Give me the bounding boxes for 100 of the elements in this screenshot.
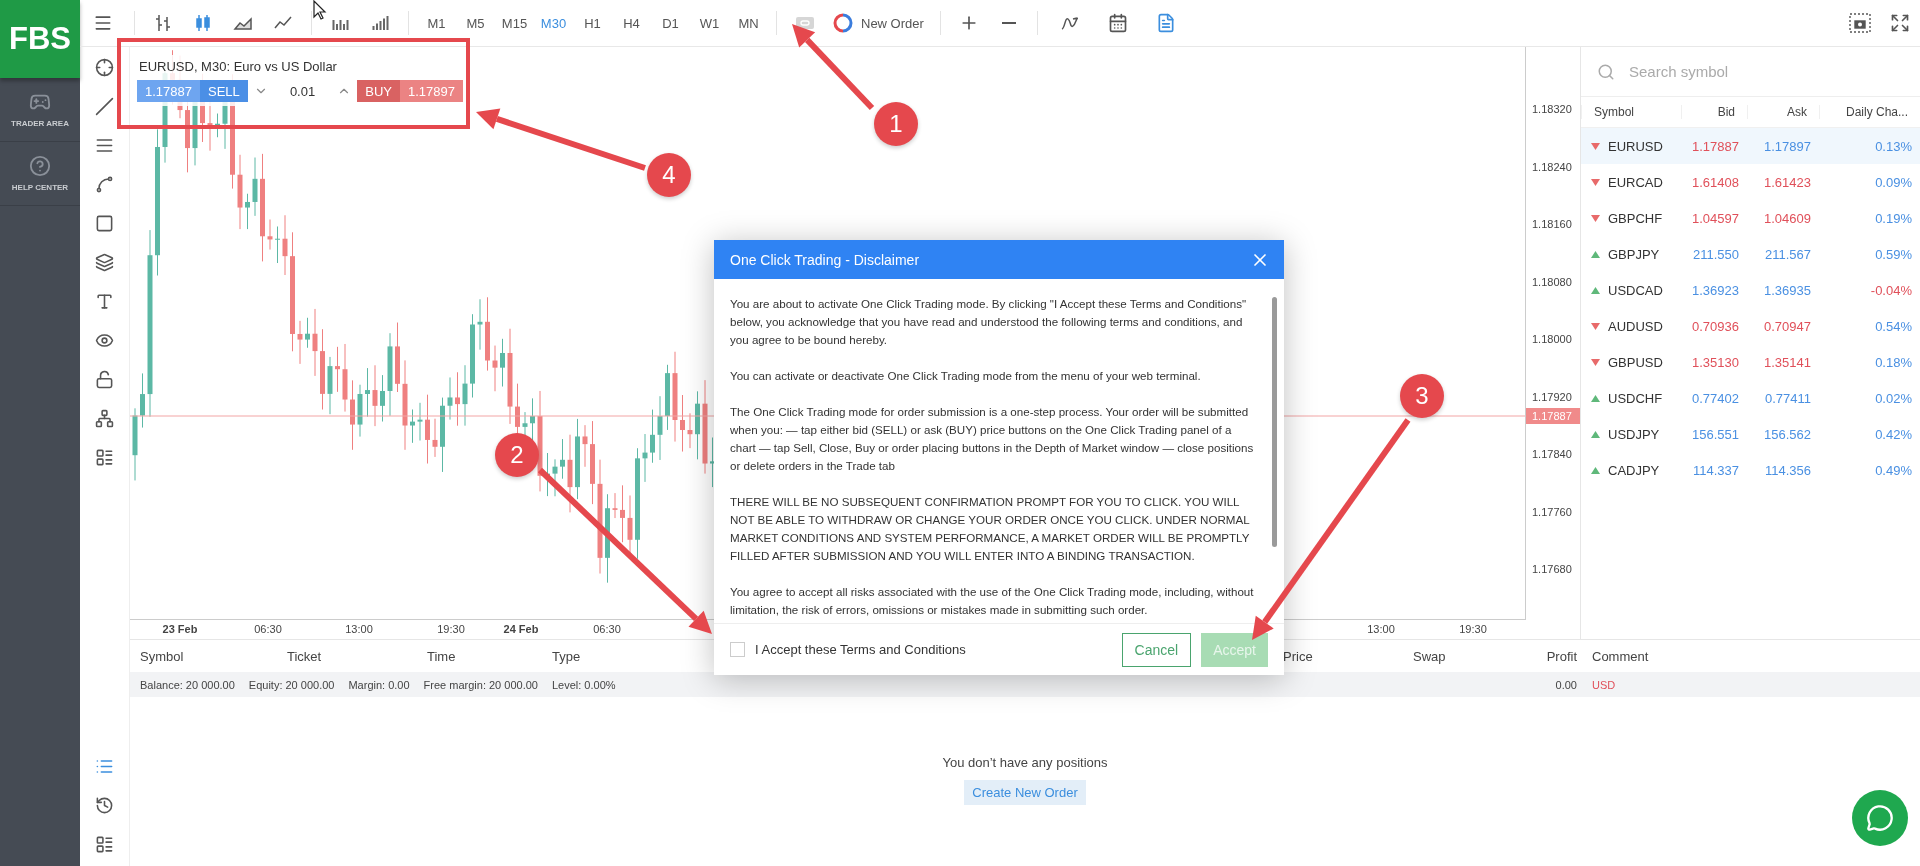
timeframe-button[interactable]: M1: [417, 5, 456, 41]
price-tick: 1.18240: [1532, 160, 1572, 173]
column-header: Bid: [1681, 105, 1747, 119]
column-header: Swap: [1413, 648, 1446, 664]
time-label: 06:30: [254, 623, 282, 635]
disclaimer-paragraph: You are about to activate One Click Trading mode. By clicking "I Accept these Terms and Conditions" below, you acknowledge that you have read and understood the following terms and conditions, and you agree to be bound hereby.: [730, 296, 1248, 349]
line-icon: [95, 96, 114, 116]
account-summary: Balance: 20 000.00: [140, 678, 235, 691]
time-label: 19:30: [437, 623, 465, 635]
timeframe-button[interactable]: MN: [729, 5, 768, 41]
daily-change: -0.04%: [1869, 282, 1913, 298]
column-header: Price: [1283, 648, 1313, 664]
empty-message: You don’t have any positions: [942, 755, 1108, 770]
buy-button[interactable]: BUY: [357, 80, 400, 102]
column-header: Comment: [1591, 648, 1649, 664]
bid-price: 114.337: [1691, 462, 1740, 478]
chat-button[interactable]: [1852, 790, 1908, 846]
symbol-name: USDJPY: [1608, 426, 1660, 442]
symbol-name: AUDUSD: [1608, 318, 1663, 334]
time-label: 24 Feb: [503, 623, 539, 635]
currency: USD: [1591, 678, 1616, 691]
unlocked-icon: [95, 369, 114, 389]
layers-icon: [95, 252, 114, 272]
symbol-name: USDCAD: [1608, 282, 1663, 298]
price-tick: 1.17840: [1532, 448, 1572, 460]
symbol-name: CADJPY: [1608, 462, 1660, 478]
timeframe-button[interactable]: W1: [690, 5, 729, 41]
sidebar-label: TRADER AREA: [11, 119, 69, 128]
price-tick: 1.18080: [1532, 275, 1572, 288]
fullscreen-icon: [1890, 13, 1910, 33]
volume-bars-icon: [371, 16, 389, 30]
square-icon: [95, 213, 114, 233]
timeframe-button[interactable]: M5: [456, 5, 495, 41]
account-summary: Equity: 20 000.00: [248, 678, 335, 691]
bid-price: 1.04597: [1691, 210, 1740, 226]
ask-price: 0.70947: [1763, 318, 1812, 334]
curve-icon: [95, 174, 114, 194]
daily-change: 0.18%: [1874, 354, 1913, 370]
daily-change: 0.13%: [1874, 138, 1913, 154]
symbol-name: GBPJPY: [1608, 246, 1660, 262]
account-summary: Level: 0.00%: [551, 678, 616, 691]
bid-price: 1.61408: [1691, 174, 1740, 190]
current-price-tag: 1.17887: [1526, 408, 1580, 424]
disclaimer-paragraph: The One Click Trading mode for order submission is a one-step process. Your order will be submitted when you: — tap either bid (SELL) or ask (BUY) price buttons on the One Click Trading panel of a chart — tap Sell, Close, Buy or order placing buttons in the Depth of Market window — close positions or delete orders in the Trade tab: [730, 404, 1255, 475]
column-header: Ticket: [287, 648, 322, 664]
price-tick: 1.18160: [1532, 218, 1572, 230]
bid-price: 156.551: [1691, 426, 1740, 442]
column-header: Symbol: [140, 648, 184, 664]
timeframe-button[interactable]: D1: [651, 5, 690, 41]
timeframe-button[interactable]: H4: [612, 5, 651, 41]
camera-icon: [1849, 13, 1871, 33]
ask-price: 1.35141: [1763, 354, 1812, 370]
bid-price: 1.17887: [1691, 138, 1740, 154]
minus-icon: [1001, 22, 1016, 24]
sidebar-item[interactable]: HELP CENTER: [0, 142, 80, 206]
step-badge: 2: [495, 433, 539, 477]
daily-change: 0.59%: [1874, 246, 1913, 262]
symbol-name: USDCHF: [1608, 390, 1663, 406]
fbs-logo[interactable]: FBS: [0, 0, 80, 78]
column-header: Type: [552, 648, 581, 664]
text-icon: [95, 291, 114, 311]
bid-price: 0.77402: [1691, 390, 1740, 406]
new-order-button[interactable]: New Order: [825, 5, 932, 41]
account-summary: Free margin: 20 000.00: [423, 678, 538, 691]
history-icon: [95, 795, 114, 815]
column-header: Ask: [1747, 105, 1819, 119]
ask-price: 1.17897: [1763, 138, 1812, 154]
bid-price: 211.550: [1691, 246, 1740, 262]
symbol-row[interactable]: EURUSD 1.17887 1.17897 0.13%: [1581, 128, 1920, 164]
step-badge: 3: [1400, 374, 1444, 418]
sidebar-item[interactable]: TRADER AREA: [0, 78, 80, 142]
scrollbar-thumb[interactable]: [1272, 297, 1277, 548]
price-tick: 1.17920: [1532, 390, 1572, 403]
time-label: 06:30: [593, 623, 621, 635]
column-header: Profit: [1546, 648, 1577, 664]
daily-change: 0.09%: [1874, 174, 1913, 190]
daily-change: 0.19%: [1874, 210, 1913, 226]
ask-price: 1.61423: [1763, 174, 1812, 190]
timeframe-button[interactable]: H1: [573, 5, 612, 41]
ask-price: 156.562: [1763, 426, 1812, 442]
calendar-icon: [1107, 13, 1128, 33]
layout-icon: [95, 447, 114, 467]
accept-checkbox[interactable]: [730, 642, 745, 658]
time-label: 23 Feb: [162, 623, 198, 635]
column-header: Symbol: [1581, 105, 1681, 119]
menu-icon: [93, 13, 113, 33]
bid-price: 0.70936: [1691, 318, 1740, 334]
disclaimer-paragraph: THERE WILL BE NO SUBSEQUENT CONFIRMATION PROMPT FOR YOU TO CLICK. YOU WILL NOT BE ABLE TO WITHDRAW OR CHANGE YOUR ORDER ONCE YOU CLICK. UNDER NORMAL MARKET CONDITIONS AND SYSTEM PERFORMANCE, A MARKET ORDER WILL BE PROMPTLY FILLED AFTER SUBMISSION AND YOU WILL ENTER INTO A BINDING TRANSACTION.: [730, 494, 1251, 565]
timeframe-button[interactable]: M30: [534, 5, 573, 41]
help-icon: [29, 155, 51, 177]
ring-icon: [833, 13, 853, 33]
ask-price: 114.356: [1763, 462, 1812, 478]
symbol-name: GBPUSD: [1608, 354, 1663, 370]
symbol-name: GBPCHF: [1608, 210, 1663, 226]
column-header: Time: [427, 648, 456, 664]
timeframe-button[interactable]: M15: [495, 5, 534, 41]
price-tick: 1.18320: [1532, 103, 1572, 115]
ask-price: 1.04609: [1763, 210, 1812, 226]
dialog-title: One Click Trading - Disclaimer: [730, 251, 920, 268]
price-tick: 1.17760: [1532, 505, 1572, 518]
